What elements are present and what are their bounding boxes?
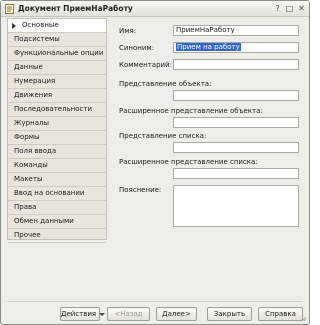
- close-icon[interactable]: ✕: [297, 4, 306, 13]
- extended-object-representation-label: Расширенное представление объекта:: [119, 107, 263, 115]
- title-bar: Документ ПриемНаРаботу ? □ ✕: [1, 1, 309, 17]
- synonym-value: Прием на работу: [176, 43, 241, 51]
- explanation-textarea[interactable]: [173, 185, 299, 227]
- extended-object-representation-field[interactable]: [173, 117, 299, 128]
- nav-item-label: Обмен данными: [14, 217, 74, 225]
- next-label: Далее>: [162, 310, 191, 318]
- help-icon[interactable]: ?: [273, 4, 282, 13]
- nav-item-data[interactable]: Данные: [8, 61, 106, 75]
- footer-divider: [7, 301, 303, 302]
- object-representation-label: Представление объекта:: [119, 80, 212, 88]
- nav-item-label: Данные: [14, 63, 43, 71]
- name-field[interactable]: ПриемНаРаботу: [173, 25, 299, 36]
- list-representation-field[interactable]: [173, 142, 299, 153]
- main-properties-panel: Имя: ПриемНаРаботу Синоним: Прием на раб…: [109, 18, 303, 240]
- resize-grip-icon[interactable]: [301, 316, 307, 322]
- nav-item-main[interactable]: Основные: [8, 19, 106, 33]
- nav-item-other[interactable]: Прочее: [8, 229, 106, 243]
- nav-item-label: Журналы: [14, 119, 49, 127]
- nav-item-label: Подсистемы: [14, 35, 60, 43]
- help-button[interactable]: Справка: [258, 307, 303, 321]
- extended-list-representation-field[interactable]: [173, 168, 299, 179]
- name-value: ПриемНаРаботу: [176, 26, 235, 34]
- nav-item-functional-options[interactable]: Функциональные опции: [8, 47, 106, 61]
- close-button[interactable]: Закрыть: [207, 307, 252, 321]
- actions-button[interactable]: Действия: [60, 307, 106, 321]
- nav-item-sequences[interactable]: Последовательности: [8, 103, 106, 117]
- section-navigation: Основные Подсистемы Функциональные опции…: [7, 18, 107, 243]
- explanation-label: Пояснение:: [119, 186, 162, 194]
- object-representation-field[interactable]: [173, 90, 299, 101]
- nav-item-label: Нумерация: [14, 77, 56, 85]
- synonym-field[interactable]: Прием на работу: [173, 42, 299, 53]
- help-label: Справка: [265, 310, 296, 318]
- nav-item-journals[interactable]: Журналы: [8, 117, 106, 131]
- next-button[interactable]: Далее>: [156, 307, 197, 321]
- nav-item-label: Поля ввода: [14, 147, 57, 155]
- close-label: Закрыть: [213, 310, 246, 318]
- window-title: Документ ПриемНаРаботу: [18, 4, 133, 13]
- maximize-icon[interactable]: □: [285, 4, 294, 13]
- actions-label: Действия: [61, 310, 97, 318]
- nav-item-forms[interactable]: Формы: [8, 131, 106, 145]
- nav-item-input-based-on[interactable]: Ввод на основании: [8, 187, 106, 201]
- nav-item-label: Последовательности: [14, 105, 93, 113]
- list-representation-label: Представление списка:: [119, 132, 207, 140]
- nav-item-movements[interactable]: Движения: [8, 89, 106, 103]
- chevron-down-icon: [99, 312, 106, 316]
- nav-item-label: Макеты: [14, 175, 43, 183]
- nav-item-data-exchange[interactable]: Обмен данными: [8, 215, 106, 229]
- nav-item-label: Движения: [14, 91, 53, 99]
- back-button[interactable]: <Назад: [107, 307, 150, 321]
- nav-item-label: Ввод на основании: [14, 189, 85, 197]
- name-label: Имя:: [119, 27, 137, 35]
- nav-item-input-fields[interactable]: Поля ввода: [8, 145, 106, 159]
- nav-item-numbering[interactable]: Нумерация: [8, 75, 106, 89]
- comment-label: Комментарий:: [119, 61, 172, 69]
- document-icon: [5, 4, 14, 14]
- extended-list-representation-label: Расширенное представление списка:: [119, 158, 258, 166]
- nav-item-label: Права: [14, 203, 37, 211]
- nav-item-subsystems[interactable]: Подсистемы: [8, 33, 106, 47]
- back-label: <Назад: [114, 310, 143, 318]
- document-window: Документ ПриемНаРаботу ? □ ✕ Основные По…: [0, 0, 310, 325]
- triangle-right-icon: [12, 23, 16, 29]
- nav-item-commands[interactable]: Команды: [8, 159, 106, 173]
- nav-item-rights[interactable]: Права: [8, 201, 106, 215]
- synonym-label: Синоним:: [119, 44, 155, 52]
- nav-item-label: Прочее: [14, 231, 41, 239]
- nav-item-label: Функциональные опции: [14, 49, 104, 57]
- nav-item-label: Формы: [14, 133, 40, 141]
- nav-item-label: Основные: [22, 21, 59, 29]
- comment-field[interactable]: [173, 59, 299, 70]
- nav-item-templates[interactable]: Макеты: [8, 173, 106, 187]
- nav-item-label: Команды: [14, 161, 48, 169]
